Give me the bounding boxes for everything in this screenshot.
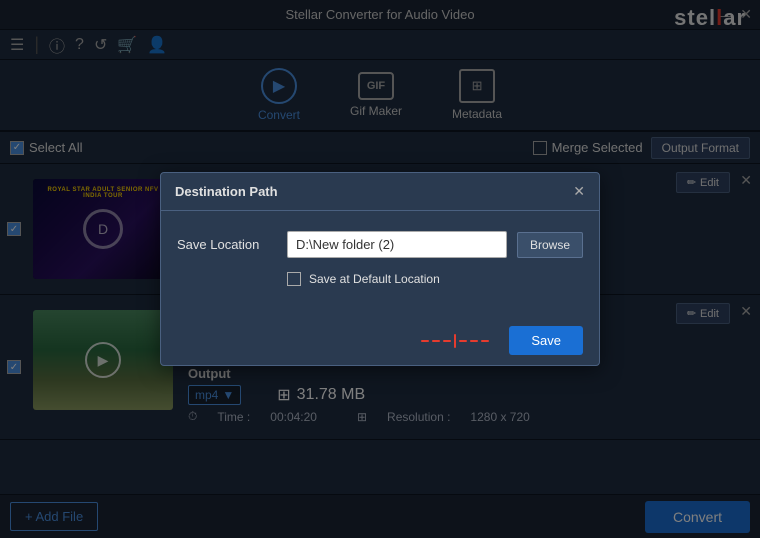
- dash2: [432, 340, 440, 342]
- dash5: [470, 340, 478, 342]
- browse-button[interactable]: Browse: [517, 232, 583, 258]
- dash4: [459, 340, 467, 342]
- modal-title: Destination Path: [175, 184, 278, 199]
- modal-close-button[interactable]: ✕: [573, 183, 585, 200]
- dash6: [481, 340, 489, 342]
- save-button[interactable]: Save: [509, 326, 583, 355]
- save-default-checkbox[interactable]: [287, 272, 301, 286]
- save-default-row: Save at Default Location: [287, 272, 583, 286]
- modal-header: Destination Path ✕: [161, 173, 599, 211]
- modal-overlay: Destination Path ✕ Save Location Browse …: [0, 0, 760, 538]
- cursor-dashes: [421, 334, 489, 348]
- modal-body: Save Location Browse Save at Default Loc…: [161, 211, 599, 316]
- dash3: [443, 340, 451, 342]
- save-location-input[interactable]: [287, 231, 507, 258]
- dash1: [421, 340, 429, 342]
- modal-footer: Save: [161, 316, 599, 365]
- save-location-row: Save Location Browse: [177, 231, 583, 258]
- cursor-indicator: [454, 334, 456, 348]
- save-default-label: Save at Default Location: [309, 272, 440, 286]
- destination-path-modal: Destination Path ✕ Save Location Browse …: [160, 172, 600, 366]
- save-location-label: Save Location: [177, 237, 277, 252]
